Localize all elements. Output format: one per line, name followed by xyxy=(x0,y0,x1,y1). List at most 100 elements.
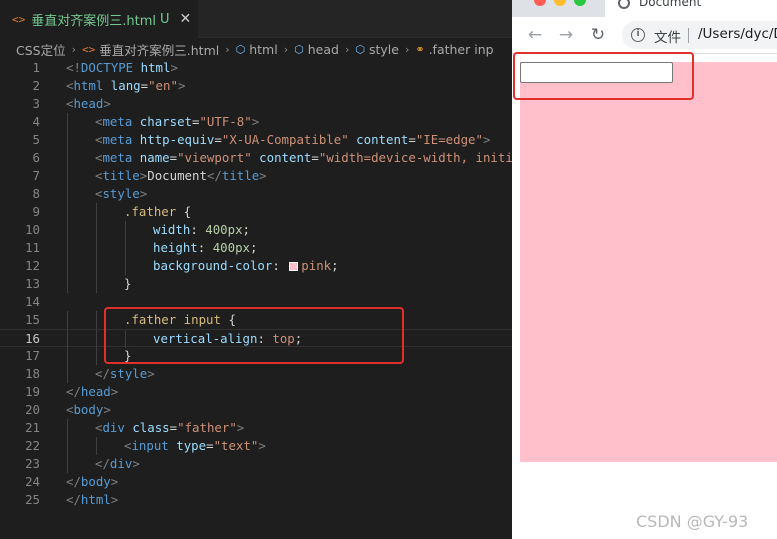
code-token: body xyxy=(80,474,111,489)
breadcrumb-item-html[interactable]: ⬡ html xyxy=(236,42,278,57)
code-token: style xyxy=(109,366,148,381)
line-number: 18 xyxy=(25,366,40,381)
breadcrumb-item-selector[interactable]: ⚭ .father inp xyxy=(415,42,493,57)
code-line[interactable]: 3 <head> xyxy=(0,95,512,113)
code-line[interactable]: 25 </html> xyxy=(0,491,512,509)
code-token: meta xyxy=(102,132,133,147)
code-line[interactable]: 5 <meta http-equiv="X-UA-Compatible" cont… xyxy=(0,131,512,149)
code-line[interactable]: 2 <html lang="en"> xyxy=(0,77,512,95)
code-line[interactable]: 19 </head> xyxy=(0,383,512,401)
html-file-icon: <> xyxy=(12,12,26,26)
code-token: </ xyxy=(66,384,81,399)
code-token: ; xyxy=(242,222,251,237)
line-number: 6 xyxy=(32,150,40,165)
code-token: </ xyxy=(206,168,222,183)
indent-guide xyxy=(67,347,68,365)
code-token: "text" xyxy=(213,438,259,453)
code-line[interactable]: 21 <div class="father"> xyxy=(0,419,512,437)
code-text: height: 400px; xyxy=(153,239,257,257)
code-line[interactable]: 10 width: 400px; xyxy=(0,221,512,239)
code-line[interactable]: 6 <meta name="viewport" content="width=de… xyxy=(0,149,512,167)
forward-arrow-icon[interactable]: → xyxy=(556,25,576,45)
close-icon[interactable]: ✕ xyxy=(180,11,192,27)
code-text: <meta charset="UTF-8"> xyxy=(95,113,259,131)
code-token: html xyxy=(80,492,111,507)
indent-guide xyxy=(96,203,97,221)
browser-tab[interactable]: Document xyxy=(605,0,777,17)
code-token: > xyxy=(177,78,186,93)
indent-guide xyxy=(67,221,68,239)
code-token: body xyxy=(73,402,104,417)
breadcrumb-item-style[interactable]: ⬡ style xyxy=(355,42,399,57)
code-line[interactable]: 8 <style> xyxy=(0,185,512,203)
line-number: 9 xyxy=(32,204,40,219)
code-token: > xyxy=(110,492,119,507)
breadcrumb-separator: › xyxy=(344,42,350,56)
breadcrumb-item-file[interactable]: <> 垂直对齐案例三.html xyxy=(82,40,219,59)
reload-icon[interactable]: ↻ xyxy=(588,25,608,45)
code-line[interactable]: 4 <meta charset="UTF-8"> xyxy=(0,113,512,131)
code-text: </body> xyxy=(66,473,118,491)
highlight-box-browser xyxy=(513,52,694,100)
code-line[interactable]: 13} xyxy=(0,275,512,293)
editor-tab-active[interactable]: <> 垂直对齐案例三.html U ✕ xyxy=(0,0,198,38)
code-token: "IE=edge" xyxy=(415,132,483,147)
code-token: > xyxy=(139,186,148,201)
code-text: <meta name="viewport" content="width=dev… xyxy=(95,149,512,167)
code-token: content xyxy=(356,132,409,147)
indent-guide xyxy=(67,149,68,167)
code-token: = xyxy=(311,150,319,165)
line-number: 2 xyxy=(32,78,40,93)
code-token: ; xyxy=(331,258,339,273)
color-swatch[interactable] xyxy=(289,262,299,271)
breadcrumb-item-head[interactable]: ⬡ head xyxy=(294,42,339,57)
back-arrow-icon[interactable]: ← xyxy=(525,25,545,45)
line-number: 16 xyxy=(25,331,40,346)
code-line[interactable]: 12 background-color: pink; xyxy=(0,257,512,275)
code-text: <body> xyxy=(66,401,111,419)
line-number: 25 xyxy=(25,492,40,507)
code-token: pink xyxy=(301,258,332,273)
code-line[interactable]: 24 </body> xyxy=(0,473,512,491)
address-bar[interactable]: i 文件 /Users/dyc/D xyxy=(622,21,777,49)
code-line[interactable]: 20 <body> xyxy=(0,401,512,419)
line-number: 11 xyxy=(25,240,40,255)
minimize-window-icon[interactable] xyxy=(554,0,566,6)
indent-guide xyxy=(125,257,126,275)
indent-guide xyxy=(67,257,68,275)
code-line[interactable]: 7 <title>Document</title> xyxy=(0,167,512,185)
indent-guide xyxy=(67,113,68,131)
info-icon[interactable]: i xyxy=(631,28,645,42)
code-line[interactable]: 22 <input type="text"> xyxy=(0,437,512,455)
address-url[interactable]: /Users/dyc/D xyxy=(698,26,777,42)
line-number: 13 xyxy=(25,276,40,291)
code-token: > xyxy=(103,96,111,111)
code-token: } xyxy=(124,276,132,291)
indent-guide xyxy=(67,365,68,383)
code-token: > xyxy=(259,168,267,183)
code-line[interactable]: 11 height: 400px; xyxy=(0,239,512,257)
code-line[interactable]: 23 </div> xyxy=(0,455,512,473)
address-divider xyxy=(688,28,689,43)
code-token: : xyxy=(190,222,206,237)
code-line[interactable]: 18 </style> xyxy=(0,365,512,383)
father-div xyxy=(520,62,777,462)
code-line[interactable]: 1 <!DOCTYPE html> xyxy=(0,59,512,77)
breadcrumb-separator: › xyxy=(225,42,230,56)
code-token: background-color xyxy=(153,258,273,273)
breadcrumb-item-folder[interactable]: CSS定位 xyxy=(16,40,66,59)
indent-guide xyxy=(67,239,68,257)
maximize-window-icon[interactable] xyxy=(574,0,586,6)
code-token: "viewport" xyxy=(177,150,252,165)
indent-guide xyxy=(67,455,68,473)
line-number: 22 xyxy=(25,438,40,453)
indent-guide xyxy=(96,221,97,239)
code-text: <title>Document</title> xyxy=(95,167,267,185)
line-number: 3 xyxy=(32,96,40,111)
code-line[interactable]: 9 .father { xyxy=(0,203,512,221)
close-window-icon[interactable] xyxy=(534,0,546,6)
code-token: html xyxy=(73,78,104,93)
code-area[interactable]: 1 <!DOCTYPE html> 2 <html lang="en"> 3 <head>… xyxy=(0,59,512,509)
code-text: } xyxy=(124,275,131,293)
